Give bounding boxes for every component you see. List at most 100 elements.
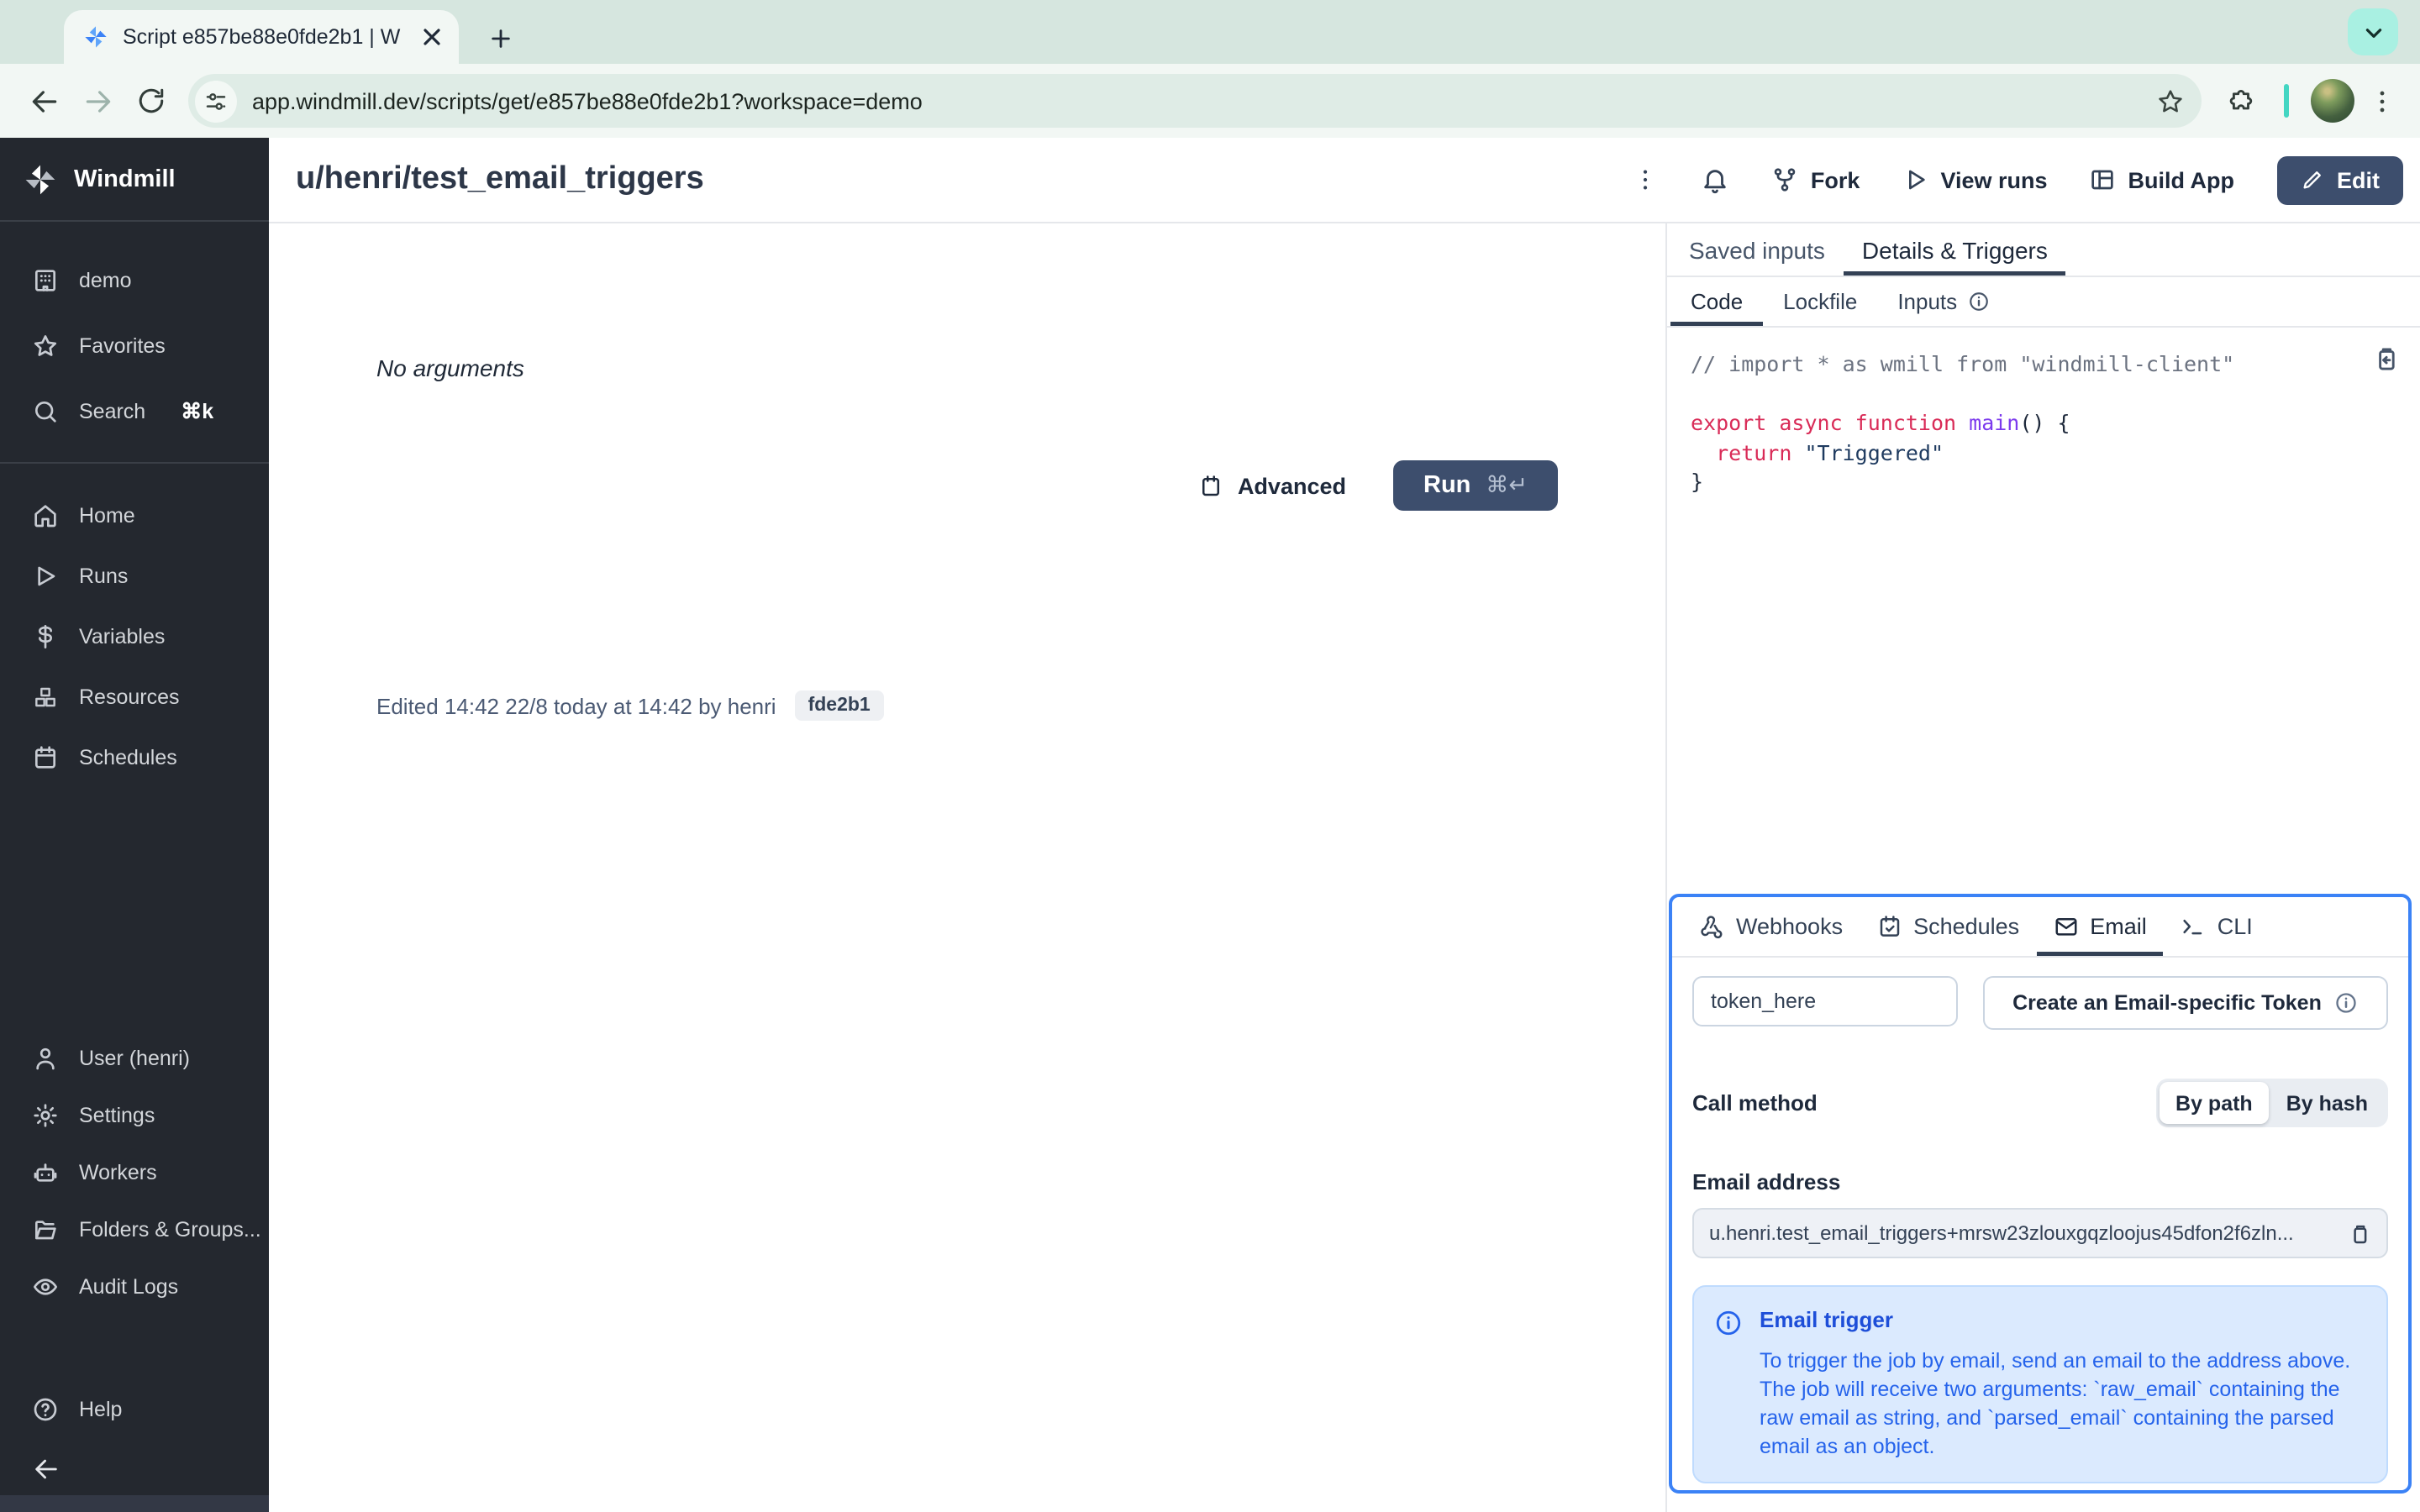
- more-menu-icon[interactable]: [1633, 166, 1660, 193]
- page-title: u/henri/test_email_triggers: [296, 161, 704, 197]
- site-info-icon: [206, 92, 226, 109]
- sidebar-item-workspace-demo[interactable]: demo: [0, 247, 269, 312]
- by-path-option[interactable]: By path: [2159, 1082, 2270, 1124]
- sidebar-workspace-group: demo Favorites Search ⌘k: [0, 247, 269, 444]
- sidebar-item-label: demo: [79, 268, 132, 291]
- tab-lockfile[interactable]: Lockfile: [1763, 277, 1877, 326]
- fork-button[interactable]: Fork: [1772, 166, 1860, 193]
- version-hash-badge[interactable]: fde2b1: [794, 690, 884, 721]
- brand[interactable]: Windmill: [0, 138, 269, 222]
- sidebar: Windmill demo Favorites Search ⌘k Home R…: [0, 138, 269, 1512]
- sidebar-item-label: User (henri): [79, 1047, 190, 1070]
- details-panel: Saved inputs Details & Triggers Code Loc…: [1665, 223, 2420, 1512]
- run-form-area: No arguments Advanced Run ⌘↵ Edited 14:4…: [269, 223, 1665, 1512]
- by-hash-option[interactable]: By hash: [2270, 1082, 2385, 1124]
- details-tab-bar: Saved inputs Details & Triggers: [1667, 223, 2420, 277]
- tab-title: Script e857be88e0fde2b1 | W: [123, 25, 401, 49]
- sidebar-item-help[interactable]: Help: [0, 1376, 269, 1441]
- edit-button[interactable]: Edit: [2276, 155, 2403, 204]
- forward-button[interactable]: [71, 74, 124, 128]
- workspace: u/henri/test_email_triggers Fork View ru…: [269, 138, 2420, 1512]
- view-runs-label: View runs: [1940, 167, 2048, 192]
- email-address-field[interactable]: u.henri.test_email_triggers+mrsw23zlouxg…: [1692, 1208, 2388, 1258]
- sidebar-item-label: Folders & Groups...: [79, 1218, 261, 1242]
- copy-icon[interactable]: [2346, 1221, 2371, 1246]
- terminal-icon: [2184, 919, 2202, 935]
- tab-email[interactable]: Email: [2036, 897, 2164, 956]
- tab-search-chevron-button[interactable]: [2348, 8, 2398, 55]
- url-bar[interactable]: app.windmill.dev/scripts/get/e857be88e0f…: [188, 74, 2202, 128]
- bell-icon[interactable]: [1702, 165, 1730, 194]
- reload-button[interactable]: [124, 74, 178, 128]
- build-app-button[interactable]: Build App: [2090, 166, 2234, 193]
- sidebar-item-label: Home: [79, 504, 135, 528]
- sidebar-nav-group: Home Runs Variables Resources Schedules: [0, 486, 269, 788]
- sidebar-item-folders-groups[interactable]: Folders & Groups...: [0, 1201, 269, 1258]
- help-circle-icon: [34, 1397, 57, 1420]
- advanced-button[interactable]: Advanced: [1199, 473, 1346, 498]
- tab-schedules-label: Schedules: [1913, 914, 2020, 939]
- arrow-right-icon: [85, 90, 110, 112]
- building-icon: [35, 269, 55, 291]
- run-label: Run: [1423, 472, 1471, 499]
- toolbar-divider: [2284, 84, 2289, 118]
- play-icon: [38, 566, 55, 586]
- code-string: "Triggered": [1804, 439, 1944, 465]
- windmill-favicon-icon: [85, 26, 107, 48]
- calendar-check-icon: [1879, 916, 1899, 937]
- sidebar-item-variables[interactable]: Variables: [0, 606, 269, 667]
- sidebar-item-schedules[interactable]: Schedules: [0, 727, 269, 788]
- tab-webhooks-label: Webhooks: [1736, 914, 1844, 939]
- view-runs-button[interactable]: View runs: [1902, 166, 2048, 193]
- sidebar-item-resources[interactable]: Resources: [0, 667, 269, 727]
- site-settings-button[interactable]: [195, 80, 237, 122]
- new-tab-icon[interactable]: [489, 27, 513, 50]
- fork-label: Fork: [1810, 167, 1860, 192]
- sidebar-item-label: Workers: [79, 1161, 157, 1184]
- browser-tab[interactable]: Script e857be88e0fde2b1 | W: [64, 10, 459, 64]
- sidebar-item-label: Resources: [79, 685, 180, 709]
- tab-close-icon[interactable]: [418, 24, 445, 50]
- sidebar-item-audit-logs[interactable]: Audit Logs: [0, 1258, 269, 1315]
- sidebar-item-runs[interactable]: Runs: [0, 546, 269, 606]
- sidebar-item-search[interactable]: Search ⌘k: [0, 378, 269, 444]
- sidebar-item-user[interactable]: User (henri): [0, 1030, 269, 1087]
- code-function-name: main: [1969, 410, 2020, 435]
- run-controls: Advanced Run ⌘↵: [1199, 460, 1558, 511]
- copy-code-icon[interactable]: [2371, 344, 2400, 373]
- sidebar-item-workers[interactable]: Workers: [0, 1144, 269, 1201]
- sidebar-item-favorites[interactable]: Favorites: [0, 312, 269, 378]
- sidebar-item-settings[interactable]: Settings: [0, 1087, 269, 1144]
- bookmark-star-icon[interactable]: [2156, 87, 2185, 115]
- tab-code[interactable]: Code: [1670, 277, 1763, 326]
- code-signature: () {: [2019, 410, 2070, 435]
- tab-cli[interactable]: CLI: [2164, 897, 2270, 956]
- tab-webhooks[interactable]: Webhooks: [1682, 897, 1860, 956]
- tab-details-triggers[interactable]: Details & Triggers: [1844, 223, 2066, 276]
- tab-inputs[interactable]: Inputs: [1877, 277, 2009, 326]
- tab-saved-inputs[interactable]: Saved inputs: [1670, 223, 1844, 276]
- browser-tab-strip: Script e857be88e0fde2b1 | W: [0, 0, 2420, 64]
- windmill-app-screenshot: Script e857be88e0fde2b1 | W app.windmill…: [0, 0, 2420, 1512]
- run-button[interactable]: Run ⌘↵: [1393, 460, 1558, 511]
- browser-menu-icon[interactable]: [2368, 87, 2396, 115]
- browser-toolbar: app.windmill.dev/scripts/get/e857be88e0f…: [0, 64, 2420, 138]
- sidebar-item-label: Runs: [79, 564, 129, 588]
- extensions-button[interactable]: [2215, 74, 2269, 128]
- windmill-logo-icon: [25, 164, 55, 194]
- profile-avatar[interactable]: [2311, 79, 2354, 123]
- tab-cli-label: CLI: [2217, 914, 2253, 939]
- back-button[interactable]: [17, 74, 71, 128]
- sidebar-collapse-button[interactable]: [0, 1441, 269, 1495]
- create-email-token-button[interactable]: Create an Email-specific Token: [1983, 976, 2388, 1030]
- sidebar-item-home[interactable]: Home: [0, 486, 269, 546]
- sidebar-item-label: Settings: [79, 1104, 155, 1127]
- call-method-label: Call method: [1692, 1090, 1818, 1116]
- url-text[interactable]: app.windmill.dev/scripts/get/e857be88e0f…: [252, 88, 2141, 113]
- token-input[interactable]: [1692, 976, 1958, 1026]
- fork-icon: [1775, 168, 1797, 192]
- code-keyword: export async function: [1691, 410, 1970, 435]
- info-title: Email trigger: [1760, 1307, 1893, 1332]
- tab-schedules[interactable]: Schedules: [1860, 897, 2036, 956]
- webhook-icon: [1701, 916, 1723, 939]
